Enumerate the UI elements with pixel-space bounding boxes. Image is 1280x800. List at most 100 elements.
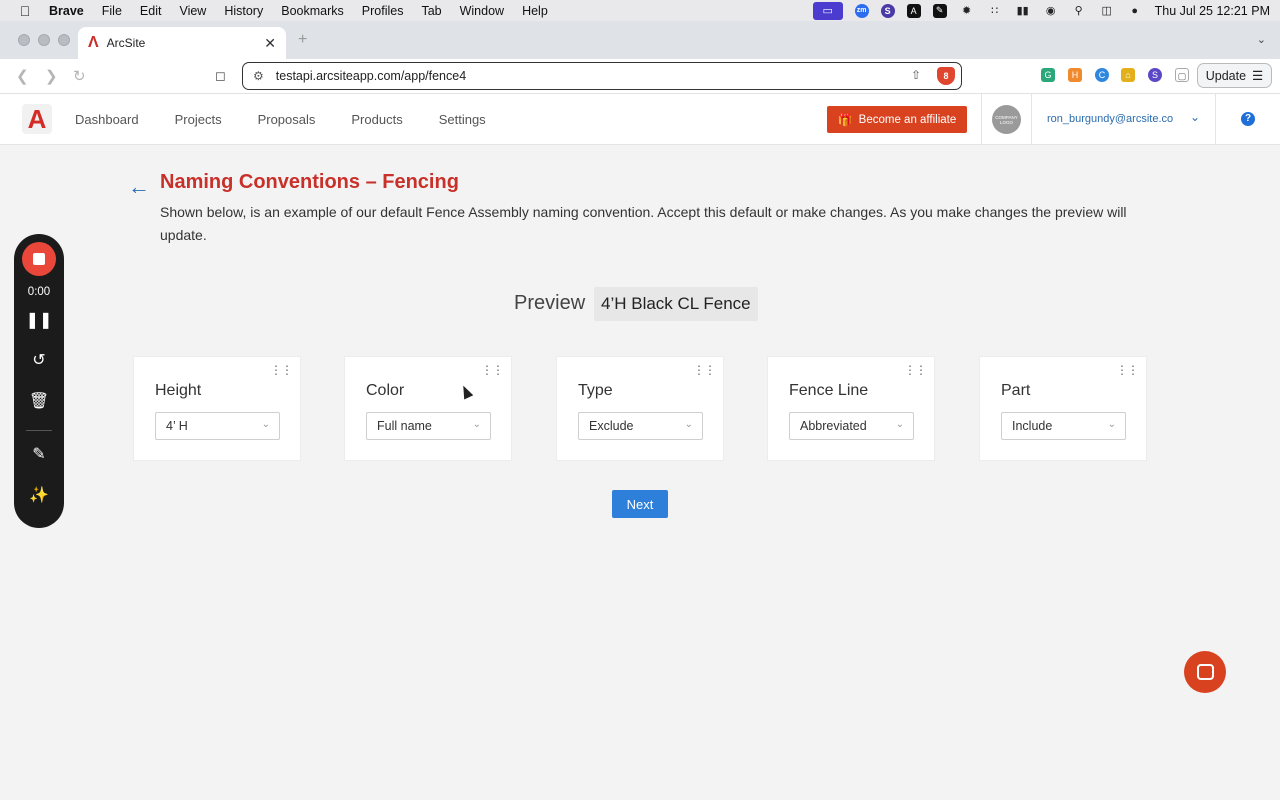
card-title: Part [1001,382,1031,399]
drag-handle-icon[interactable]: ⋮⋮ [1116,363,1139,377]
update-button[interactable]: Update ☰ [1197,63,1272,88]
back-arrow-icon[interactable]: ← [128,174,150,200]
magic-wand-icon[interactable]: ✨ [14,485,64,505]
menubar-clock[interactable]: Thu Jul 25 12:21 PM [1155,4,1270,18]
pause-icon[interactable]: ❚❚ [14,310,64,330]
arcsite-logo[interactable]: A [22,104,52,134]
nav-proposals[interactable]: Proposals [258,112,316,127]
menu-edit[interactable]: Edit [131,4,171,18]
user-email[interactable]: ron_burgundy@arcsite.co [1047,113,1173,125]
chevron-down-icon: ⌄ [1107,419,1116,430]
close-window-button[interactable] [18,34,30,46]
card-title: Type [578,382,613,399]
select-value: Full name [377,419,432,433]
chevron-down-icon: ⌄ [895,419,904,430]
extensions-puzzle-icon[interactable]: ▢ [1175,68,1189,82]
naming-card-type[interactable]: ⋮⋮ Type Exclude ⌄ [556,356,724,461]
naming-card-color[interactable]: ⋮⋮ Color Full name ⌄ [344,356,512,461]
extension-grammar-icon[interactable]: G [1041,68,1055,82]
chevron-down-icon[interactable]: ⌄ [1190,110,1200,124]
dots-grid-icon[interactable]: ∷ [987,4,1003,18]
control-center-icon[interactable]: ◫ [1099,4,1115,18]
search-icon[interactable]: ⚲ [1071,4,1087,18]
app-nav: Dashboard Projects Proposals Products Se… [75,94,486,145]
extension-home-icon[interactable]: ⌂ [1121,68,1135,82]
brave-shield-icon[interactable]: 8 [937,67,955,85]
menu-window[interactable]: Window [451,4,513,18]
trash-icon[interactable]: 🗑 [14,391,64,411]
naming-card-part[interactable]: ⋮⋮ Part Include ⌄ [979,356,1147,461]
help-icon[interactable]: ? [1241,112,1255,126]
select-value: Include [1012,419,1053,433]
siri-icon[interactable]: ● [1127,4,1143,18]
zoom-window-button[interactable] [58,34,70,46]
site-settings-icon[interactable]: ⚙ [253,69,264,83]
nav-projects[interactable]: Projects [175,112,222,127]
naming-card-fence-line[interactable]: ⋮⋮ Fence Line Abbreviated ⌄ [767,356,935,461]
screen-recorder-widget: 0:00 ❚❚ ↺ 🗑 ✎ ✨ [14,234,64,528]
a-app-icon[interactable]: A [906,3,921,18]
browser-tab-strip: Λ ArcSite ✕ + ⌄ [0,21,1280,59]
nav-dashboard[interactable]: Dashboard [75,112,139,127]
battery-icon[interactable]: ▮▮ [1015,4,1031,18]
url-text[interactable]: testapi.arcsiteapp.com/app/fence4 [276,69,466,83]
stop-icon [33,253,45,265]
share-icon[interactable]: ⇧ [911,68,921,82]
restart-icon[interactable]: ↺ [14,350,64,370]
address-bar[interactable]: ⚙ testapi.arcsiteapp.com/app/fence4 ⇧ 8 [242,62,962,90]
nav-products[interactable]: Products [351,112,402,127]
menu-tab[interactable]: Tab [412,4,450,18]
next-button[interactable]: Next [612,490,668,518]
zoom-icon[interactable]: zm [854,3,869,18]
minimize-window-button[interactable] [38,34,50,46]
extension-h-icon[interactable]: H [1068,68,1082,82]
nav-settings[interactable]: Settings [439,112,486,127]
extension-c-icon[interactable]: C [1095,68,1109,82]
apple-menu-icon[interactable]:  [10,3,40,19]
back-nav-icon[interactable]: ❮ [16,67,29,85]
bookmark-icon[interactable]: ◻ [215,68,226,84]
drag-handle-icon[interactable]: ⋮⋮ [693,363,716,377]
become-affiliate-button[interactable]: 🎁 Become an affiliate [827,106,967,133]
company-logo-avatar[interactable]: COMPANY LOGO [992,105,1021,134]
forward-nav-icon[interactable]: ❯ [45,67,58,85]
height-select[interactable]: 4’ H ⌄ [155,412,280,440]
menu-profiles[interactable]: Profiles [353,4,413,18]
color-select[interactable]: Full name ⌄ [366,412,491,440]
screen-record-icon[interactable]: ▭ [812,1,843,20]
wifi-icon[interactable]: ◉ [1043,4,1059,18]
tab-list-chevron-icon[interactable]: ⌄ [1257,33,1266,46]
menu-app-name[interactable]: Brave [40,4,93,18]
hamburger-menu-icon: ☰ [1252,69,1264,83]
drag-handle-icon[interactable]: ⋮⋮ [481,363,504,377]
gift-icon: 🎁 [837,112,853,127]
menu-bookmarks[interactable]: Bookmarks [272,4,353,18]
menubar-status-area: ▭ zm S A ✎ ✹ ∷ ▮▮ ◉ ⚲ ◫ ● Thu Jul 25 12:… [812,0,1270,21]
menu-file[interactable]: File [93,4,131,18]
chat-icon [1196,664,1214,680]
recorder-divider [26,430,52,431]
support-chat-button[interactable] [1184,651,1226,693]
stop-recording-button[interactable] [22,242,56,276]
extension-s-icon[interactable]: S [1148,68,1162,82]
fence-line-select[interactable]: Abbreviated ⌄ [789,412,914,440]
reload-icon[interactable]: ↻ [73,67,86,85]
drag-handle-icon[interactable]: ⋮⋮ [270,363,293,377]
macos-menu-bar:  Brave File Edit View History Bookmarks… [0,0,1280,21]
menu-history[interactable]: History [215,4,272,18]
pencil-icon[interactable]: ✎ [14,444,64,464]
browser-tab-arcsite[interactable]: Λ ArcSite ✕ [78,27,286,59]
s-app-icon[interactable]: S [880,3,895,18]
affiliate-label: Become an affiliate [858,113,957,126]
type-select[interactable]: Exclude ⌄ [578,412,703,440]
gear-icon[interactable]: ✹ [959,4,975,18]
update-label: Update [1205,68,1247,83]
part-select[interactable]: Include ⌄ [1001,412,1126,440]
new-tab-button[interactable]: + [298,31,307,49]
naming-card-height[interactable]: ⋮⋮ Height 4’ H ⌄ [133,356,301,461]
drag-handle-icon[interactable]: ⋮⋮ [904,363,927,377]
notes-app-icon[interactable]: ✎ [932,3,947,18]
menu-help[interactable]: Help [513,4,557,18]
menu-view[interactable]: View [170,4,215,18]
tab-close-icon[interactable]: ✕ [264,35,276,52]
